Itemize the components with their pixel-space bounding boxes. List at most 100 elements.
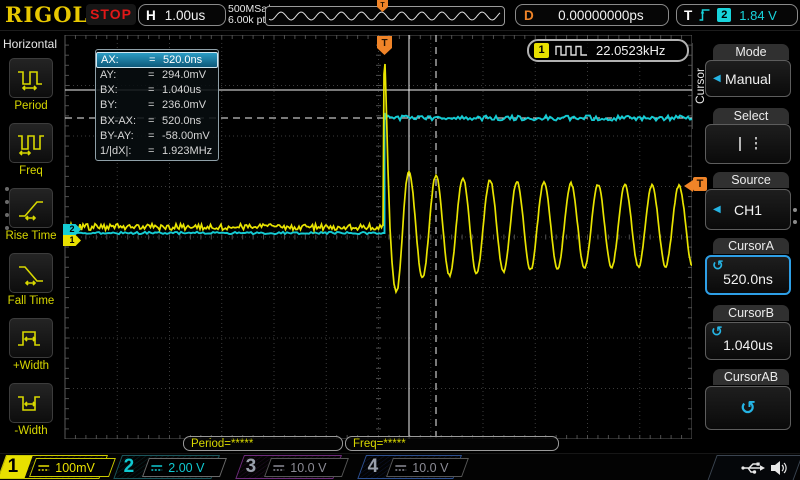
freq-icon xyxy=(9,123,53,163)
menu-page-dot xyxy=(793,220,797,224)
svg-text:T: T xyxy=(381,38,387,49)
dc-coupling-icon xyxy=(395,464,406,472)
rigol-logo: RIGOL xyxy=(5,2,88,27)
source-header: Source xyxy=(713,172,789,188)
channel-1-scale: 100mV xyxy=(29,458,116,477)
back-arrow-icon: ◀ xyxy=(713,73,721,84)
usb-icon xyxy=(741,461,765,475)
cursor-select-icon xyxy=(728,136,768,152)
cursor-ab-header: CursorAB xyxy=(713,369,789,385)
cursor-a-button[interactable]: ↺ 520.0ns xyxy=(705,255,791,295)
measure-panel-title: Horizontal xyxy=(3,37,57,51)
trigger-position-marker[interactable]: T xyxy=(376,36,393,56)
trigger-level-arrow[interactable] xyxy=(684,180,693,192)
source-button[interactable]: ◀ CH1 xyxy=(705,189,791,230)
trigger-source-badge: 2 xyxy=(717,8,731,22)
dc-coupling-icon xyxy=(151,464,162,472)
cursor-row-bxax: BX-AX:=520.0ns xyxy=(96,113,218,128)
measure-item-label: Fall Time xyxy=(0,295,62,307)
delay-box[interactable]: D 0.00000000ps xyxy=(515,4,669,26)
neg-width-icon xyxy=(9,383,53,423)
measure-item-label: -Width xyxy=(0,425,62,437)
svg-text:T: T xyxy=(380,2,385,9)
cursor-row-ax: AX:=520.0ns xyxy=(96,52,218,68)
period-readout: Period=***** xyxy=(183,436,343,451)
scroll-dot xyxy=(5,200,9,204)
measure-item-pos-width[interactable]: +Width xyxy=(0,318,62,382)
measure-item-rise-time[interactable]: Rise Time xyxy=(0,188,62,252)
timebase-value: 1.00us xyxy=(165,8,206,23)
fall-time-icon xyxy=(9,253,53,293)
mode-button[interactable]: ◀ Manual xyxy=(705,60,791,97)
oscilloscope-screen: RIGOL STOP H 1.00us 500MSa/s 6.00k pts T… xyxy=(0,0,800,480)
run-state-badge[interactable]: STOP xyxy=(86,4,136,25)
channel-4-tab[interactable]: 4 10.0 V xyxy=(357,455,462,479)
channel-3-tab[interactable]: 3 10.0 V xyxy=(235,455,342,479)
cursor-menu-panel: Cursor Mode ◀ Manual Select Source ◀ CH1… xyxy=(692,31,800,453)
timebase-label: H xyxy=(146,8,156,23)
channel-2-tab[interactable]: 2 2.00 V xyxy=(113,455,220,479)
measure-item-label: Freq xyxy=(0,165,62,177)
dc-coupling-icon xyxy=(273,464,284,472)
cursor-row-ay: AY:=294.0mV xyxy=(96,68,218,83)
dc-coupling-icon xyxy=(38,464,49,472)
timebase-box[interactable]: H 1.00us xyxy=(138,4,226,26)
scroll-dot xyxy=(5,213,9,217)
trigger-status-box[interactable]: T 2 1.84 V xyxy=(676,4,798,26)
measure-item-label: +Width xyxy=(0,360,62,372)
trigger-label: T xyxy=(684,8,692,23)
counter-value: 22.0523kHz xyxy=(596,43,665,58)
channel-4-scale: 10.0 V xyxy=(386,458,469,477)
measure-item-period[interactable]: Period xyxy=(0,58,62,122)
delay-value: 0.00000000ps xyxy=(534,8,668,23)
cursor-row-freq: 1/|dX|:=1.923MHz xyxy=(96,143,218,158)
channel-number: 2 xyxy=(124,456,135,478)
mode-header: Mode xyxy=(713,44,789,60)
source-value: CH1 xyxy=(734,202,762,218)
cursor-b-header: CursorB xyxy=(713,305,789,321)
top-status-bar: RIGOL STOP H 1.00us 500MSa/s 6.00k pts T… xyxy=(0,0,800,31)
knob-icon: ↺ xyxy=(712,258,724,274)
period-icon xyxy=(9,58,53,98)
select-button[interactable] xyxy=(705,124,791,164)
channel-number: 4 xyxy=(368,456,379,478)
counter-source-badge: 1 xyxy=(534,43,549,58)
trigger-level-marker[interactable]: T xyxy=(693,177,707,191)
scroll-dot xyxy=(5,226,9,230)
cursor-a-header: CursorA xyxy=(713,238,789,254)
select-header: Select xyxy=(713,108,789,124)
io-status-box xyxy=(707,455,800,480)
channel-2-scale: 2.00 V xyxy=(142,458,227,477)
cursor-ab-button[interactable]: ↺ xyxy=(705,386,791,430)
channel-3-scale: 10.0 V xyxy=(264,458,349,477)
channel-number: 1 xyxy=(8,456,19,478)
scroll-dot xyxy=(5,187,9,191)
rising-edge-icon xyxy=(698,8,711,22)
knob-icon: ↺ xyxy=(740,397,756,419)
cursor-row-bx: BX:=1.040us xyxy=(96,83,218,98)
measure-item-freq[interactable]: Freq xyxy=(0,123,62,187)
measure-item-neg-width[interactable]: -Width xyxy=(0,383,62,447)
square-wave-icon xyxy=(555,45,589,56)
cursor-b-button[interactable]: ↺ 1.040us xyxy=(705,322,791,360)
rise-time-icon xyxy=(9,188,53,228)
memory-trigger-position-icon[interactable]: T xyxy=(377,0,388,13)
frequency-counter: 1 22.0523kHz xyxy=(527,39,689,62)
measure-panel: Horizontal Period Freq Rise Time Fall Ti… xyxy=(0,31,62,453)
knob-icon: ↺ xyxy=(711,324,723,340)
pos-width-icon xyxy=(9,318,53,358)
freq-readout: Freq=***** xyxy=(345,436,559,451)
measure-item-label: Rise Time xyxy=(0,230,62,242)
channel-number: 3 xyxy=(246,456,257,478)
mode-value: Manual xyxy=(725,71,771,87)
channel-1-tab[interactable]: 1 100mV xyxy=(0,455,108,479)
menu-page-dot xyxy=(793,208,797,212)
delay-label: D xyxy=(524,8,534,23)
back-arrow-icon: ◀ xyxy=(713,204,721,215)
trigger-level-value: 1.84 V xyxy=(739,8,777,23)
speaker-icon xyxy=(771,461,787,475)
measure-item-fall-time[interactable]: Fall Time xyxy=(0,253,62,317)
cursor-row-byay: BY-AY:=-58.00mV xyxy=(96,128,218,143)
cursor-b-value: 1.040us xyxy=(723,337,773,353)
cursor-row-by: BY:=236.0mV xyxy=(96,98,218,113)
